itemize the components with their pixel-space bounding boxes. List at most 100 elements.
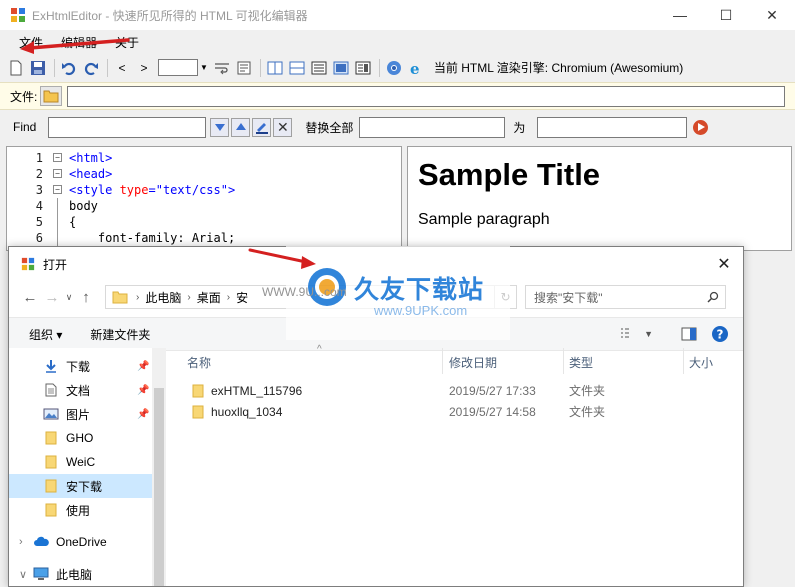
expand-chevron-icon[interactable]: › (19, 536, 33, 548)
nav-back-button[interactable]: < (112, 58, 132, 78)
new-file-icon[interactable] (6, 58, 26, 78)
toolbar: < > ▼ e 当前 HTML 渲染引擎: Chromium (Awesomiu… (0, 55, 795, 80)
file-date: 2019/5/27 17:33 (449, 383, 536, 398)
folder-icon (43, 431, 59, 445)
menu-about[interactable]: 关于 (106, 34, 148, 51)
new-folder-button[interactable]: 新建文件夹 (90, 326, 150, 343)
back-arrow-icon[interactable]: ← (19, 286, 41, 308)
dialog-close-button[interactable]: ✕ (713, 253, 735, 275)
app-icon (21, 257, 35, 271)
nav-item-downloads[interactable]: 下载 📌 (9, 354, 164, 378)
line-number: 4 (35, 199, 43, 213)
nav-item-shiyong[interactable]: 使用 (9, 498, 164, 522)
menu-file[interactable]: 文件 (10, 34, 52, 51)
nav-item-label: 使用 (66, 503, 91, 518)
file-name: exHTML_115796 (211, 383, 303, 398)
view-options-icon[interactable]: ▼ (620, 328, 667, 340)
expand-chevron-icon[interactable]: ∨ (19, 568, 33, 581)
fold-toggle-icon[interactable]: − (53, 169, 62, 178)
layout-vertical-icon[interactable] (265, 58, 285, 78)
highlight-button[interactable] (252, 117, 272, 137)
nav-item-onedrive[interactable]: › OneDrive (9, 530, 164, 554)
organize-button[interactable]: 组织 ▾ (29, 326, 62, 343)
layout-split-icon[interactable] (353, 58, 373, 78)
replace-go-button[interactable] (693, 119, 709, 135)
scrollbar-thumb[interactable] (154, 388, 164, 586)
replace-all-label: 替换全部 (305, 120, 354, 135)
breadcrumb-item[interactable]: 安 (236, 289, 248, 306)
code-line: 6 font-family: Arial; (7, 230, 401, 246)
maximize-button[interactable]: ☐ (703, 0, 749, 30)
nav-item-pictures[interactable]: 图片 📌 (9, 402, 164, 426)
file-date: 2019/5/27 14:58 (449, 404, 536, 419)
nav-item-weic[interactable]: WeiC (9, 450, 164, 474)
recent-dropdown-icon[interactable]: ∨ (63, 286, 75, 308)
find-prev-button[interactable] (231, 117, 251, 137)
ie-engine-icon[interactable]: e (406, 58, 426, 78)
code-line: 2 − <head> (7, 166, 401, 182)
replace-with-input[interactable] (537, 116, 688, 138)
pin-icon: 📌 (137, 384, 150, 396)
menu-editor[interactable]: 编辑器 (52, 34, 106, 51)
fold-toggle-icon[interactable]: − (53, 185, 62, 194)
minimize-button[interactable]: — (657, 0, 703, 30)
find-bar: Find ✕ 替换全部 为 (0, 113, 795, 141)
folder-icon (192, 405, 204, 419)
file-row[interactable]: huoxllq_1034 2019/5/27 14:58 文件夹 (169, 401, 743, 422)
nav-item-gho[interactable]: GHO (9, 426, 164, 450)
file-label: 文件: (10, 89, 38, 104)
wrap-icon[interactable] (212, 58, 232, 78)
file-row[interactable]: exHTML_115796 2019/5/27 17:33 文件夹 (169, 380, 743, 401)
breadcrumb-item[interactable]: 此电脑 (145, 289, 181, 306)
font-size-combo[interactable] (158, 59, 198, 76)
search-placeholder: 搜索"安下载" (534, 290, 603, 305)
code-line: 5 { (7, 214, 401, 230)
picture-icon (43, 407, 59, 421)
undo-icon[interactable] (59, 58, 79, 78)
combo-dropdown-icon[interactable]: ▼ (200, 63, 208, 72)
nav-forward-button[interactable]: > (134, 58, 154, 78)
up-arrow-icon[interactable]: ↑ (75, 286, 97, 308)
find-next-button[interactable] (210, 117, 230, 137)
layout-preview-icon[interactable] (331, 58, 351, 78)
toolbar-separator (54, 58, 55, 77)
chrome-engine-icon[interactable] (384, 58, 404, 78)
nav-item-anxiazai[interactable]: 安下载 (9, 474, 164, 498)
search-box[interactable]: 搜索"安下载" (525, 285, 726, 309)
forward-arrow-icon[interactable]: → (41, 286, 63, 308)
app-icon (11, 8, 25, 22)
nav-item-label: 文档 (66, 383, 91, 398)
nav-item-this-pc[interactable]: ∨ 此电脑 (9, 562, 164, 586)
code-editor[interactable]: 1 − <html> 2 − <head> 3 − <style type = "t… (6, 146, 402, 251)
find-input[interactable] (48, 116, 207, 138)
preview-pane-icon[interactable] (681, 327, 697, 341)
replace-input[interactable] (359, 116, 506, 138)
column-size[interactable]: 大小 (689, 354, 713, 371)
help-icon[interactable]: ? (711, 325, 729, 343)
file-path-input[interactable] (67, 85, 786, 107)
layout-code-icon[interactable] (309, 58, 329, 78)
window-title: ExHtmlEditor - 快速所见所得的 HTML 可视化编辑器 (32, 8, 308, 23)
fold-toggle-icon[interactable]: − (53, 153, 62, 162)
nav-item-documents[interactable]: 文档 📌 (9, 378, 164, 402)
nav-scrollbar[interactable] (152, 348, 166, 586)
close-button[interactable]: ✕ (749, 0, 795, 30)
pin-icon: 📌 (137, 360, 150, 372)
nav-item-label: OneDrive (56, 535, 107, 549)
open-folder-button[interactable] (40, 86, 63, 106)
column-type[interactable]: 类型 (569, 354, 593, 371)
column-date[interactable]: 修改日期 (449, 354, 497, 371)
layout-horizontal-icon[interactable] (287, 58, 307, 78)
document-icon (43, 383, 59, 397)
redo-icon[interactable] (81, 58, 101, 78)
breadcrumb-item[interactable]: 桌面 (197, 289, 221, 306)
clear-find-button[interactable]: ✕ (273, 117, 293, 137)
file-type: 文件夹 (569, 384, 606, 398)
save-icon[interactable] (28, 58, 48, 78)
format-icon[interactable] (234, 58, 254, 78)
html-preview[interactable]: Sample Title Sample paragraph (407, 146, 792, 251)
watermark: 久友下载站 www.9UPK.com WWW.9U...com (262, 246, 510, 340)
folder-icon (43, 503, 59, 517)
file-bar: 文件: (0, 82, 795, 110)
column-name[interactable]: 名称 (187, 354, 211, 371)
